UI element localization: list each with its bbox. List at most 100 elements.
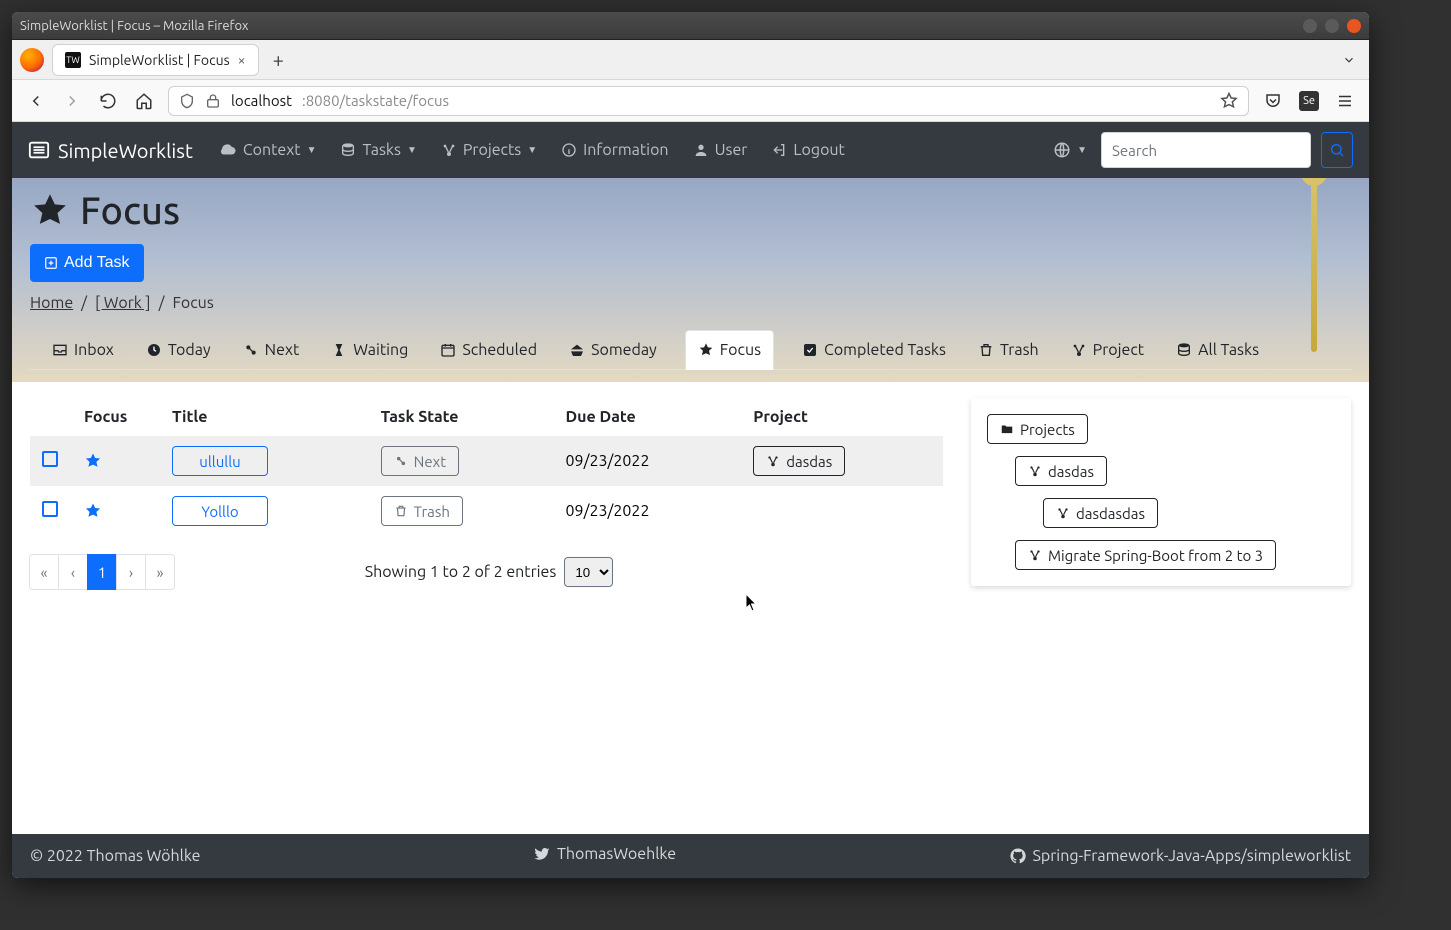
- breadcrumb-home[interactable]: Home: [30, 294, 73, 312]
- pager: « ‹ 1 › »: [30, 554, 175, 590]
- add-task-button[interactable]: Add Task: [30, 244, 144, 282]
- database-icon: [340, 142, 356, 158]
- tab-someday[interactable]: Someday: [565, 331, 661, 369]
- tasks-table: Focus Title Task State Due Date Project …: [30, 398, 943, 536]
- hubspot-icon: [441, 142, 457, 158]
- tab-today[interactable]: Today: [142, 331, 215, 369]
- home-button[interactable]: [132, 89, 156, 113]
- col-project: Project: [741, 398, 943, 436]
- bookmark-star-icon[interactable]: [1220, 92, 1238, 110]
- project-node[interactable]: dasdasdas: [1043, 498, 1158, 528]
- nav-logout[interactable]: Logout: [761, 135, 855, 165]
- back-button[interactable]: [24, 89, 48, 113]
- cloud-icon: [219, 141, 237, 159]
- breadcrumb-work[interactable]: [ Work ]: [95, 294, 151, 312]
- projects-sidebar: Projects dasdas dasdasdas Migrate Spring…: [971, 398, 1351, 586]
- extension-icon[interactable]: Se: [1299, 91, 1319, 111]
- task-state-badge[interactable]: Next: [381, 446, 459, 476]
- due-date: 09/23/2022: [566, 452, 650, 470]
- tab-favicon-icon: TW: [65, 52, 81, 68]
- app-brand[interactable]: SimpleWorklist: [28, 139, 193, 162]
- project-node[interactable]: Migrate Spring-Boot from 2 to 3: [1015, 540, 1276, 570]
- tab-next[interactable]: Next: [239, 331, 304, 369]
- taskstate-tabs: Inbox Today Next Waiting Scheduled Somed…: [30, 330, 1351, 370]
- row-checkbox[interactable]: [42, 451, 58, 467]
- list-icon: [28, 139, 50, 161]
- tab-all[interactable]: All Tasks: [1172, 331, 1263, 369]
- col-title: Title: [160, 398, 369, 436]
- nav-tasks[interactable]: Tasks▼: [330, 135, 426, 165]
- plus-icon: [44, 256, 58, 270]
- due-date: 09/23/2022: [566, 502, 650, 520]
- col-due: Due Date: [554, 398, 742, 436]
- url-toolbar: localhost :8080/taskstate/focus Se: [12, 80, 1369, 122]
- tab-close-icon[interactable]: ×: [238, 52, 246, 68]
- row-checkbox[interactable]: [42, 501, 58, 517]
- breadcrumb: Home / [ Work ] / Focus: [30, 294, 1351, 312]
- nav-context[interactable]: Context▼: [209, 135, 327, 165]
- firefox-logo-icon: [20, 48, 44, 72]
- lock-icon: [205, 93, 221, 109]
- tab-overflow-button[interactable]: [1337, 48, 1361, 72]
- shield-icon: [179, 93, 195, 109]
- nav-information[interactable]: Information: [551, 135, 678, 165]
- app-footer: © 2022 Thomas Wöhlke ThomasWoehlke Sprin…: [12, 834, 1369, 878]
- url-host: localhost: [231, 92, 292, 109]
- tab-project[interactable]: Project: [1067, 331, 1148, 369]
- browser-tab[interactable]: TW SimpleWorklist | Focus ×: [52, 44, 259, 76]
- reload-button[interactable]: [96, 89, 120, 113]
- footer-copyright: © 2022 Thomas Wöhlke: [30, 847, 201, 865]
- window-close-button[interactable]: [1347, 19, 1361, 33]
- search-button[interactable]: [1321, 132, 1353, 168]
- brand-label: SimpleWorklist: [58, 139, 193, 162]
- projects-root-button[interactable]: Projects: [987, 414, 1088, 444]
- focus-star-icon[interactable]: [84, 502, 148, 520]
- tab-completed[interactable]: Completed Tasks: [798, 331, 950, 369]
- task-title-link[interactable]: ullullu: [172, 446, 268, 476]
- search-input[interactable]: Search: [1101, 132, 1311, 168]
- window-minimize-button[interactable]: [1303, 19, 1317, 33]
- page-1[interactable]: 1: [87, 554, 117, 590]
- table-row: ullullu Next 09/23/2022 dasdas: [30, 436, 943, 486]
- nav-projects[interactable]: Projects▼: [431, 135, 547, 165]
- entries-showing: Showing 1 to 2 of 2 entries: [365, 563, 557, 581]
- tab-focus[interactable]: Focus: [685, 330, 774, 370]
- page-size-select[interactable]: 10: [564, 557, 613, 587]
- tab-waiting[interactable]: Waiting: [327, 331, 412, 369]
- table-row: Yolllo Trash 09/23/2022: [30, 486, 943, 536]
- tab-scheduled[interactable]: Scheduled: [436, 331, 541, 369]
- footer-github-link[interactable]: Spring-Framework-Java-Apps/simpleworklis…: [1009, 847, 1352, 865]
- pocket-icon[interactable]: [1261, 89, 1285, 113]
- globe-icon: [1053, 141, 1071, 159]
- window-maximize-button[interactable]: [1325, 19, 1339, 33]
- page-first[interactable]: «: [29, 554, 59, 590]
- new-tab-button[interactable]: +: [267, 48, 290, 71]
- forward-button[interactable]: [60, 89, 84, 113]
- page-next[interactable]: ›: [116, 554, 146, 590]
- page-prev[interactable]: ‹: [58, 554, 88, 590]
- tab-title: SimpleWorklist | Focus: [89, 52, 230, 68]
- app-root: SimpleWorklist Context▼ Tasks▼ Projects▼…: [12, 122, 1369, 878]
- page-last[interactable]: »: [145, 554, 175, 590]
- footer-twitter-link[interactable]: ThomasWoehlke: [533, 845, 676, 863]
- tab-trash[interactable]: Trash: [974, 331, 1043, 369]
- app-menu-button[interactable]: [1333, 89, 1357, 113]
- task-title-link[interactable]: Yolllo: [172, 496, 268, 526]
- logout-icon: [771, 142, 787, 158]
- address-bar[interactable]: localhost :8080/taskstate/focus: [168, 86, 1249, 116]
- page-title: Focus: [30, 190, 1351, 232]
- app-navbar: SimpleWorklist Context▼ Tasks▼ Projects▼…: [12, 122, 1369, 178]
- window-title: SimpleWorklist | Focus – Mozilla Firefox: [20, 19, 249, 33]
- url-path: :8080/taskstate/focus: [302, 92, 449, 109]
- window-titlebar: SimpleWorklist | Focus – Mozilla Firefox: [12, 12, 1369, 40]
- nav-user[interactable]: User: [683, 135, 758, 165]
- col-focus: Focus: [72, 398, 160, 436]
- task-project-badge[interactable]: dasdas: [753, 446, 845, 476]
- project-node[interactable]: dasdas: [1015, 456, 1107, 486]
- task-state-badge[interactable]: Trash: [381, 496, 463, 526]
- focus-star-icon[interactable]: [84, 452, 148, 470]
- nav-language[interactable]: ▼: [1043, 135, 1097, 165]
- tab-inbox[interactable]: Inbox: [48, 331, 118, 369]
- breadcrumb-current: Focus: [172, 294, 213, 312]
- user-icon: [693, 142, 709, 158]
